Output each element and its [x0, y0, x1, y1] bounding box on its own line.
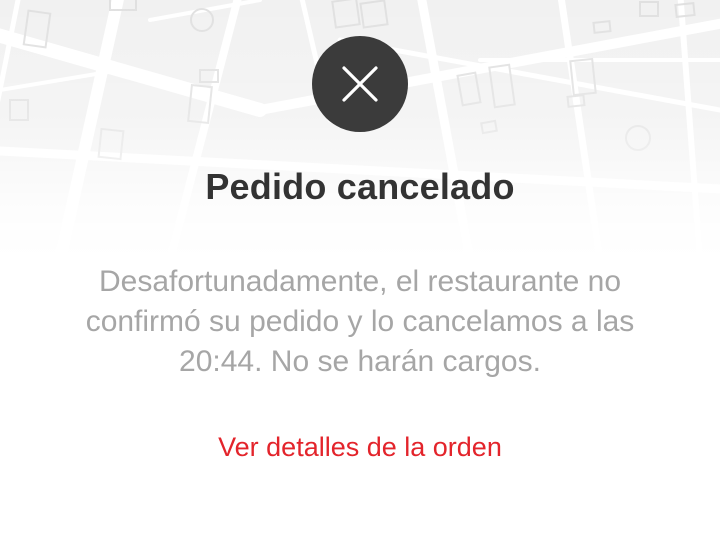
cancel-status-icon — [312, 36, 408, 132]
close-icon — [342, 66, 378, 102]
page-title: Pedido cancelado — [205, 166, 515, 207]
view-order-details-link[interactable]: Ver detalles de la orden — [0, 432, 720, 463]
cancellation-message: Desafortunadamente, el restaurante no co… — [85, 265, 635, 378]
